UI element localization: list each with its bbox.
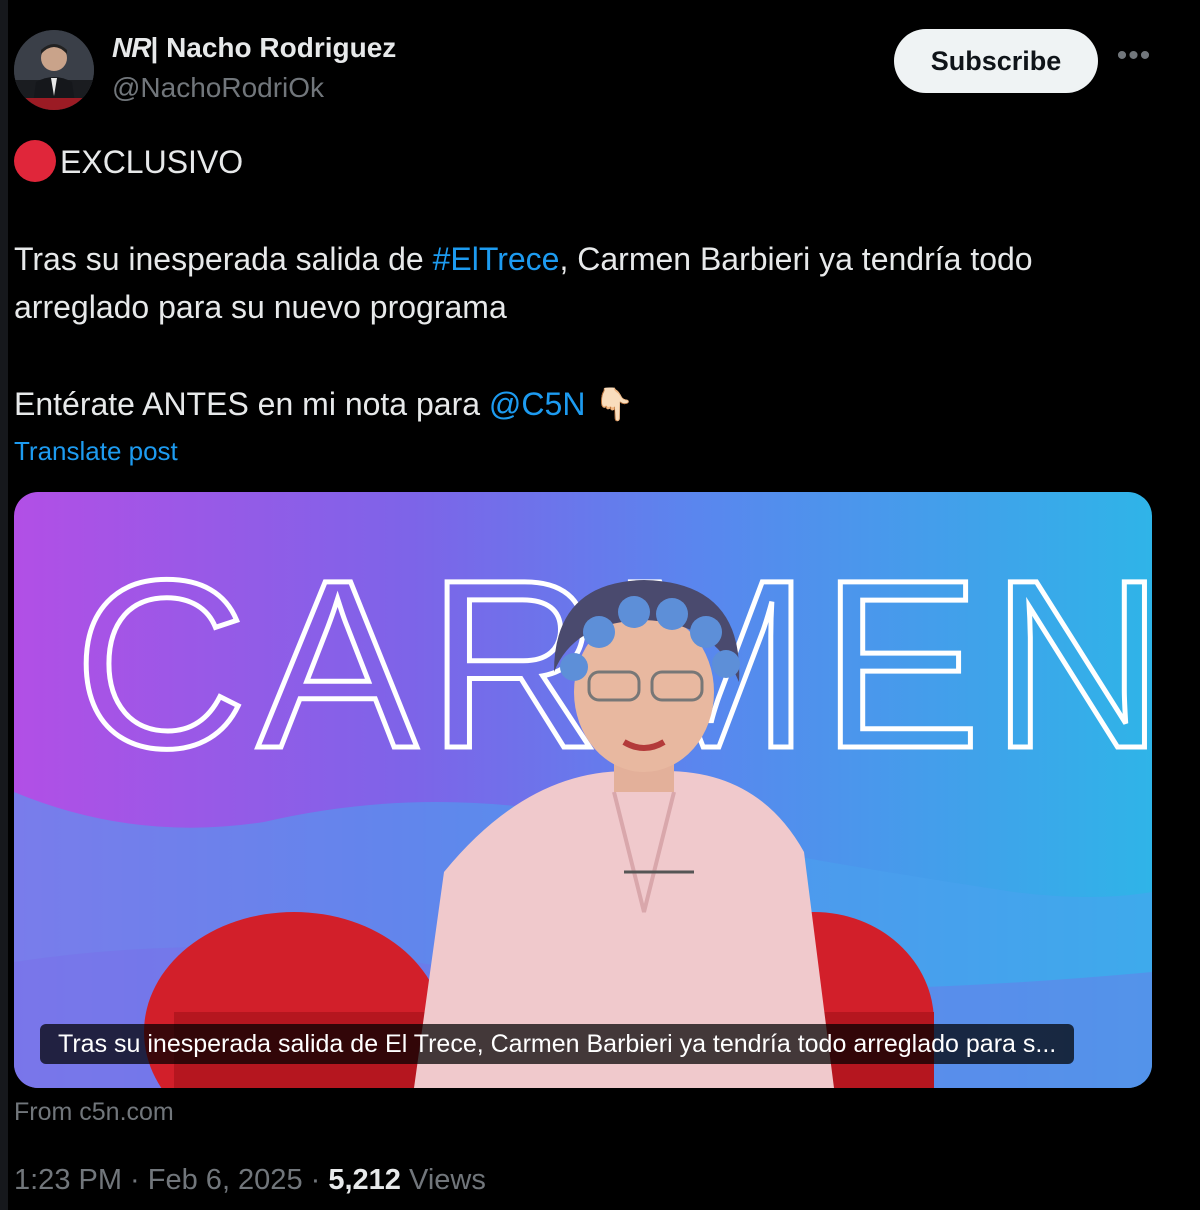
profile-photo-icon bbox=[14, 30, 94, 110]
hashtag-link[interactable]: #ElTrece bbox=[433, 241, 560, 277]
card-caption: Tras su inesperada salida de El Trece, C… bbox=[40, 1024, 1075, 1064]
card-source-link[interactable]: From c5n.com bbox=[14, 1098, 174, 1127]
separator: · bbox=[302, 1164, 329, 1196]
author-name-row[interactable]: NR | Nacho Rodriguez bbox=[112, 32, 396, 64]
tweet-meta: 1:23 PM · Feb 6, 2025 · 5,212 Views bbox=[14, 1164, 486, 1197]
translate-post-link[interactable]: Translate post bbox=[14, 436, 178, 467]
tweet-line-exclusive: EXCLUSIVO bbox=[14, 138, 243, 186]
subscribe-button[interactable]: Subscribe bbox=[894, 29, 1098, 93]
tweet-line-4: Entérate ANTES en mi nota para @C5N 👇🏻 bbox=[14, 380, 634, 428]
separator: · bbox=[122, 1164, 148, 1196]
pointing-down-emoji-icon: 👇🏻 bbox=[594, 386, 635, 422]
tweet-line-3: arreglado para su nuevo programa bbox=[14, 289, 507, 325]
card-image: CARMEN bbox=[14, 528, 1152, 1088]
tweet-date[interactable]: Feb 6, 2025 bbox=[148, 1164, 303, 1196]
user-handle[interactable]: @NachoRodriOk bbox=[112, 72, 324, 104]
avatar[interactable] bbox=[14, 30, 94, 110]
nr-logo: NR bbox=[112, 32, 151, 63]
mention-link[interactable]: @C5N bbox=[489, 386, 586, 422]
tweet-time[interactable]: 1:23 PM bbox=[14, 1164, 122, 1196]
exclusive-text: EXCLUSIVO bbox=[60, 144, 244, 180]
left-border bbox=[0, 0, 8, 1210]
tweet-text-segment: , Carmen Barbieri ya tendría todo bbox=[559, 241, 1033, 277]
link-card[interactable]: CARMEN Tras su inesperada salida de El T… bbox=[14, 492, 1152, 1088]
red-circle-emoji-icon bbox=[14, 140, 56, 182]
display-name[interactable]: | Nacho Rodriguez bbox=[150, 32, 396, 64]
tweet-text-segment: Entérate ANTES en mi nota para bbox=[14, 386, 489, 422]
more-options-icon[interactable]: ••• bbox=[1114, 41, 1154, 76]
tweet-line-2: Tras su inesperada salida de #ElTrece, C… bbox=[14, 235, 1033, 283]
tweet-text-segment: Tras su inesperada salida de bbox=[14, 241, 433, 277]
views-count: 5,212 bbox=[328, 1164, 401, 1196]
views-label: Views bbox=[400, 1164, 486, 1196]
